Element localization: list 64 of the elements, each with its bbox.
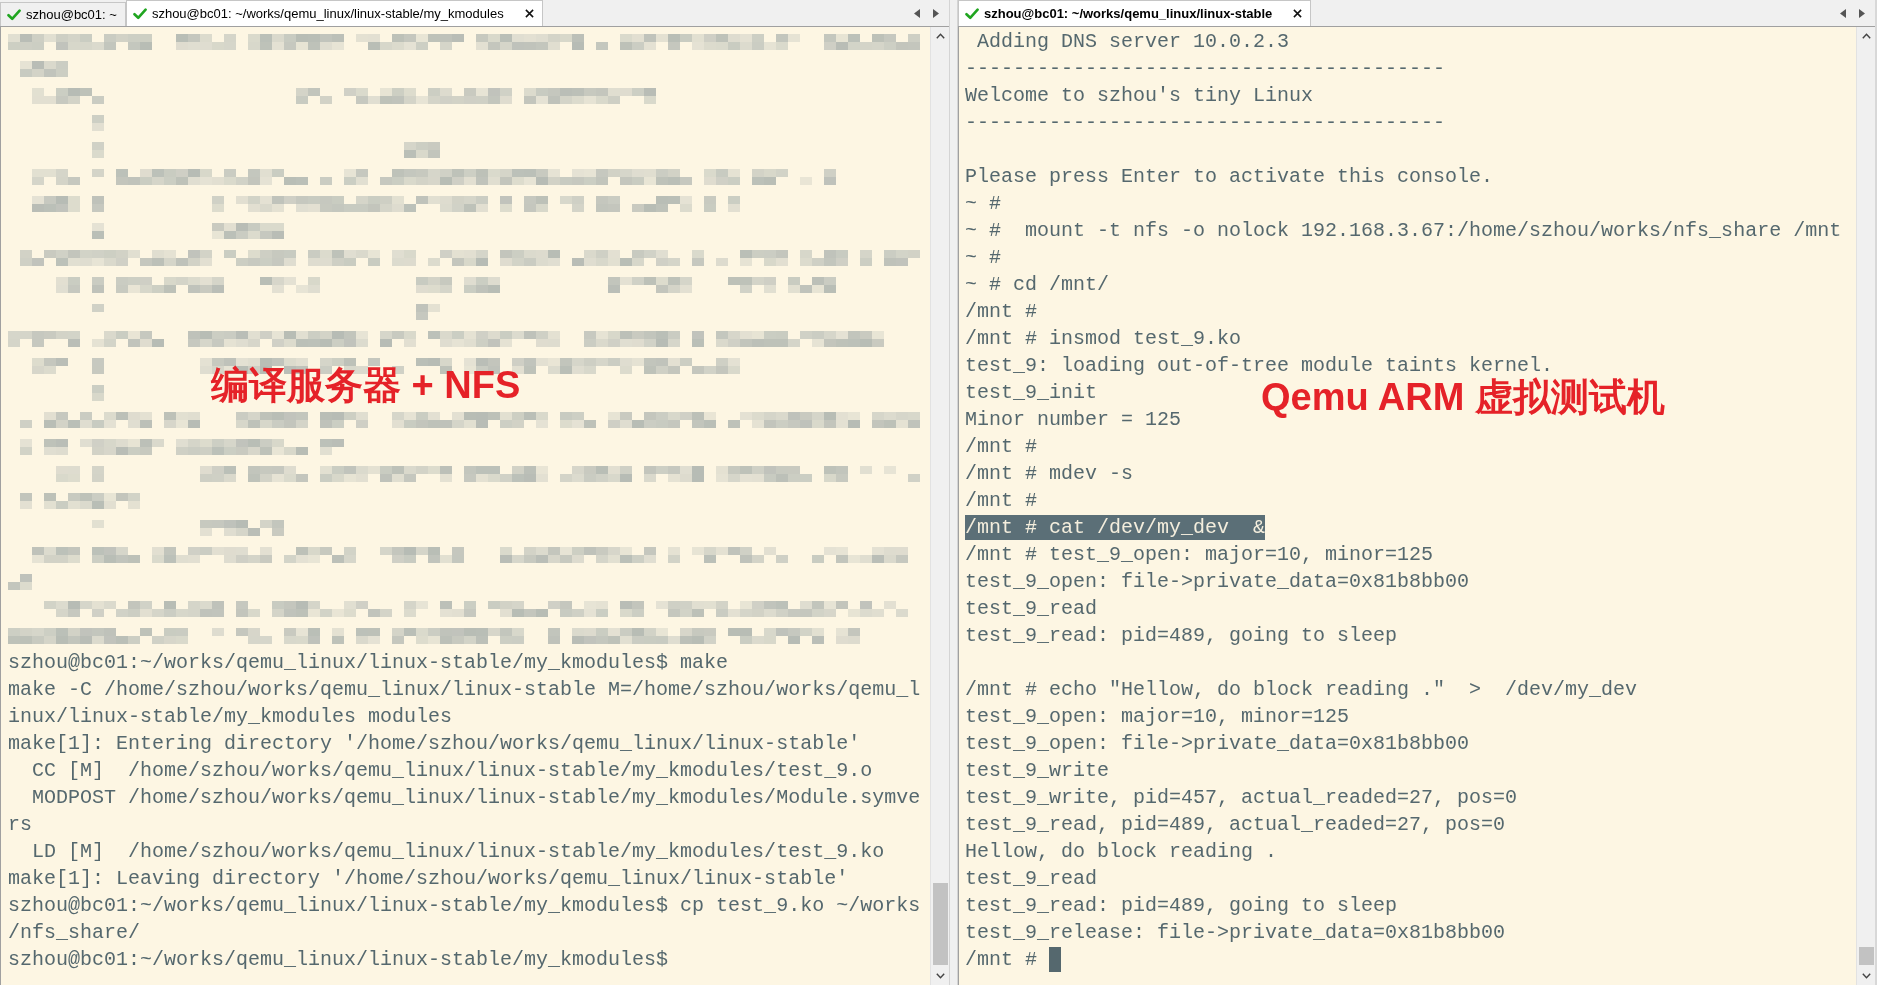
annotation-label: 编译服务器 + NFS (211, 366, 521, 404)
triangle-left-icon[interactable] (914, 8, 920, 18)
terminal-line: ~ # (965, 245, 1001, 270)
terminal-line: CC [M] /home/szhou/works/qemu_linux/linux-stable/my_kmodules/test_9.o (31, 758, 873, 783)
terminal-line: /mnt # mdev -s (965, 461, 1134, 486)
terminal-line: make[1]: Entering directory '/home/szhou/works/qemu_linux/linux-stable' (8, 731, 861, 756)
terminal-line: test_9_read: pid=489, going to sleep (965, 893, 1398, 918)
terminal-line: test_9_open: file->private_data=0x81b8bb00 (965, 731, 1470, 756)
terminal-line: ~ # mount -t nfs -o nolock 192.168.3.67:/home/szhou/works/nfs_share /mnt (965, 218, 1842, 243)
terminal-line: Adding DNS server 10.0.2.3 (976, 29, 1290, 54)
terminal-line: Welcome to szhou's tiny Linux (965, 83, 1314, 108)
terminal-line: test_9_read (965, 596, 1098, 621)
terminal-line: /nfs_share/ (8, 920, 141, 945)
terminal-line: test_9_write, pid=457, actual_readed=27, pos=0 (965, 785, 1518, 810)
terminal-tab[interactable]: szhou@bc01: ~/works/qemu_linux/linux-stable (958, 0, 1312, 26)
triangle-left-icon[interactable] (1840, 8, 1846, 18)
terminal-line: /mnt # (965, 488, 1037, 513)
check-icon (132, 7, 147, 20)
terminal-line: make -C /home/szhou/works/qemu_linux/linux-stable M=/home/szhou/works/qemu_l (8, 677, 921, 702)
terminal-tab[interactable]: szhou@bc01: ~/works/qemu_linux/linux-stable/my_kmodules (125, 0, 543, 26)
terminal-line: test_9_init (965, 380, 1098, 405)
terminal-line: /mnt # insmod test_9.ko (965, 326, 1242, 351)
triangle-right-icon[interactable] (1859, 8, 1865, 18)
check-icon (965, 7, 979, 20)
triangle-right-icon[interactable] (933, 8, 939, 18)
chevron-up-icon[interactable] (1861, 33, 1871, 39)
terminal-line: test_9_release: file->private_data=0x81b8bb00 (965, 920, 1506, 945)
terminal-line: LD [M] /home/szhou/works/qemu_linux/linux-stable/my_kmodules/test_9.ko (31, 839, 885, 864)
terminal-line: Minor number = 125 (965, 407, 1182, 432)
terminal-line: test_9_read (965, 866, 1098, 891)
terminal-line: inux/linux-stable/my_kmodules modules (8, 704, 453, 729)
terminal-line: /mnt # test_9_open: major=10, minor=125 (965, 542, 1434, 567)
terminal-line: test_9: loading out-of-tree module taints kernel. (965, 353, 1554, 377)
terminal-line: test_9_read, pid=489, actual_readed=27, pos=0 (965, 812, 1506, 837)
terminal-tab[interactable]: szhou@bc01: ~ (0, 2, 126, 26)
terminal-line: szhou@bc01:~/works/qemu_linux/linux-stable/my_kmodules$ cp test_9.ko ~/works (8, 893, 921, 918)
check-icon (7, 8, 21, 21)
terminal-line: /mnt # echo "Hellow, do block reading ." > /dev/my_dev (965, 677, 1638, 702)
chevron-up-icon[interactable] (935, 33, 945, 39)
terminal-line: test_9_write (965, 758, 1110, 783)
terminal-line: /mnt # (965, 299, 1037, 324)
terminal-line: rs (8, 812, 32, 837)
chevron-down-icon[interactable] (1861, 973, 1871, 979)
scrollbar-thumb[interactable] (932, 883, 948, 965)
chevron-down-icon[interactable] (935, 973, 945, 979)
terminal-line: MODPOST /home/szhou/works/qemu_linux/linux-stable/my_kmodules/Module.symve (31, 785, 921, 810)
annotation-label: Qemu ARM 虚拟测试机 (1261, 378, 1665, 416)
terminal-line: ---------------------------------------- (965, 56, 1446, 81)
scrollbar-thumb[interactable] (1858, 947, 1874, 965)
terminal-line: Hellow, do block reading . (965, 839, 1278, 864)
terminal-line: test_9_open: file->private_data=0x81b8bb00 (965, 569, 1470, 594)
terminal-line: /mnt # (965, 947, 1037, 972)
terminal-line: ---------------------------------------- (965, 110, 1446, 135)
terminal-line: szhou@bc01:~/works/qemu_linux/linux-stable/my_kmodules$ (8, 947, 669, 972)
terminal-line: test_9_read: pid=489, going to sleep (965, 623, 1398, 648)
terminal-line: ~ # cd /mnt/ (965, 272, 1110, 297)
terminal-line: ~ # (965, 191, 1001, 216)
terminal-line: make[1]: Leaving directory '/home/szhou/works/qemu_linux/linux-stable' (8, 866, 849, 891)
terminal-line: szhou@bc01:~/works/qemu_linux/linux-stable/my_kmodules$ make (8, 650, 729, 675)
terminal-line: Please press Enter to activate this console. (965, 164, 1494, 189)
terminal-line: test_9_open: major=10, minor=125 (965, 704, 1350, 729)
terminal-line: /mnt # (965, 434, 1037, 459)
close-icon[interactable] (524, 9, 534, 18)
close-icon[interactable] (1293, 9, 1303, 18)
